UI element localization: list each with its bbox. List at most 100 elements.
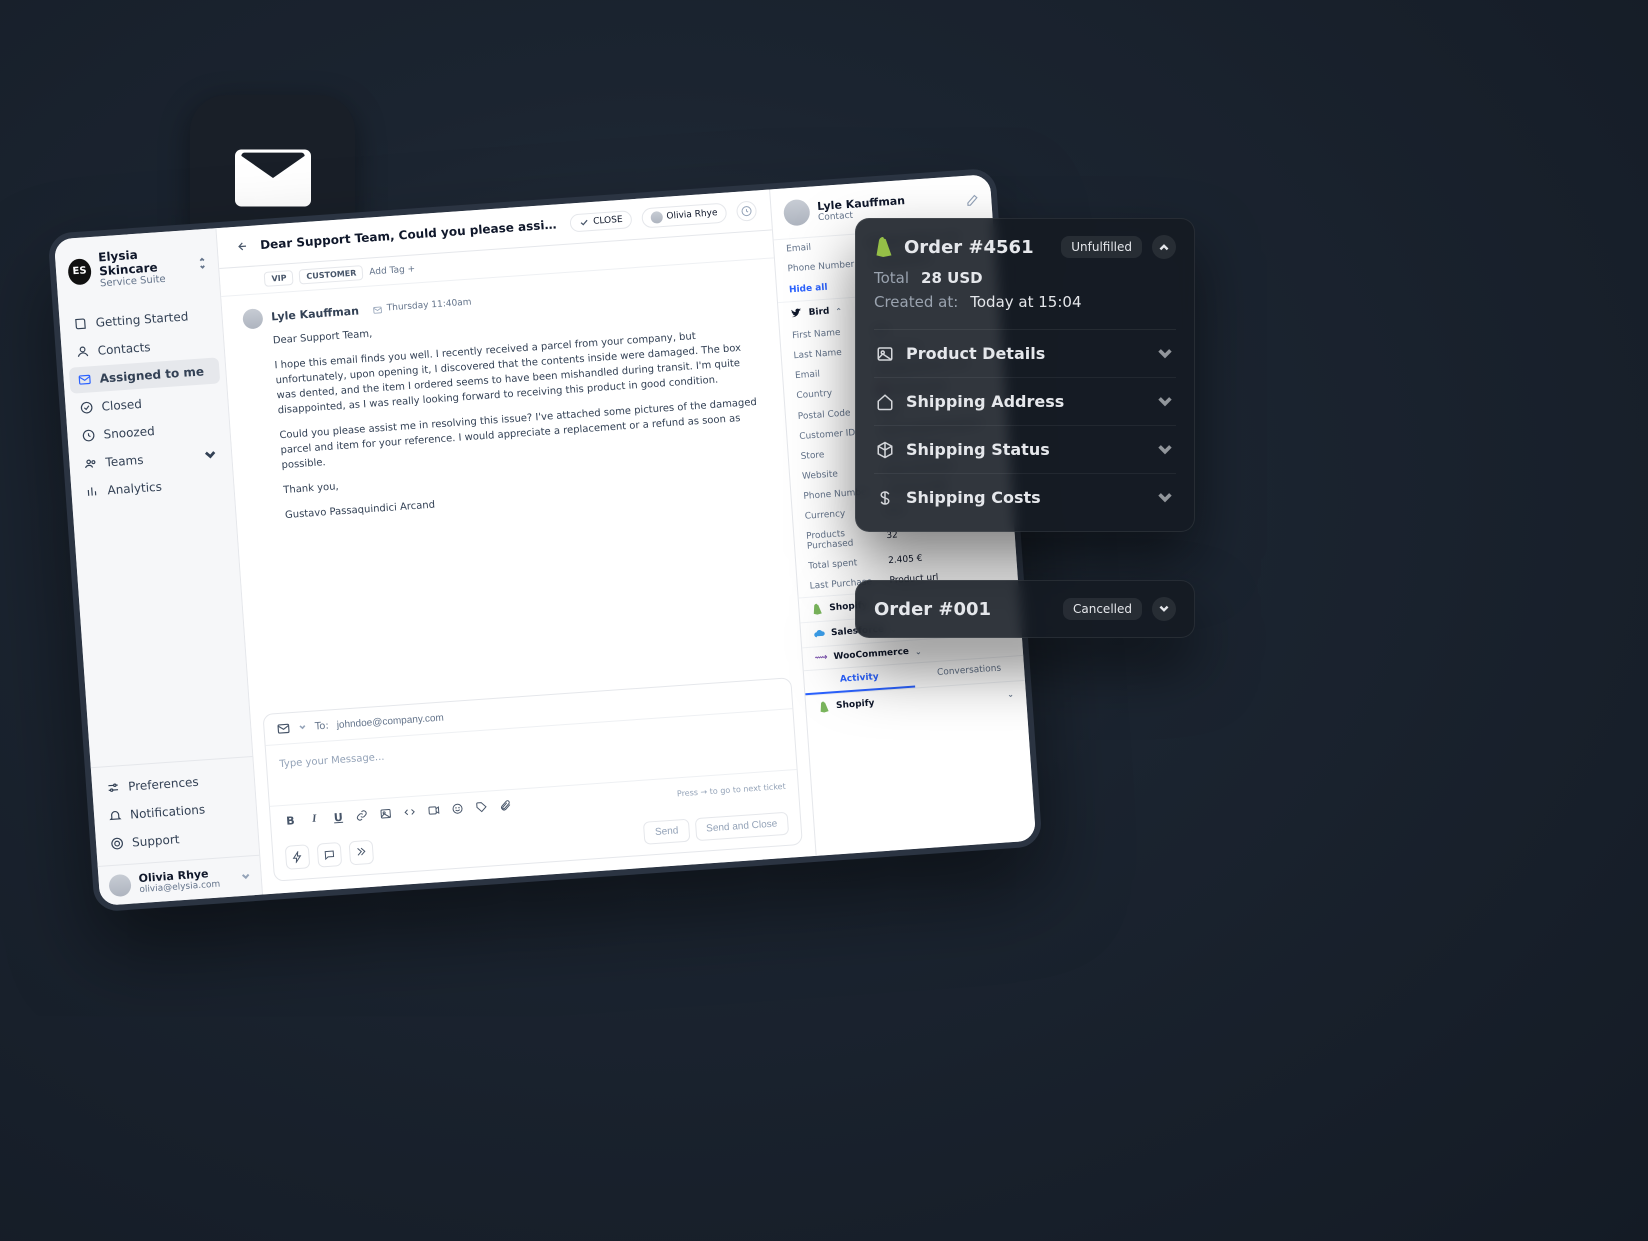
tag-customer[interactable]: CUSTOMER (299, 265, 364, 284)
section-label: WooCommerce (833, 647, 909, 662)
sidebar-nav: Getting Started Contacts Assigned to me … (59, 295, 235, 512)
send-close-button[interactable]: Send and Close (694, 811, 789, 840)
image-icon (876, 345, 894, 363)
field-key: Total spent (808, 556, 889, 572)
order-status: Cancelled (1063, 598, 1142, 620)
chevron-down-icon (1156, 393, 1174, 411)
created-value: Today at 15:04 (970, 293, 1081, 311)
book-icon (73, 316, 88, 331)
ticket-subject: Dear Support Team, Could you please assi… (260, 217, 561, 252)
add-tag-button[interactable]: Add Tag + (369, 264, 416, 277)
email-from-name: Lyle Kauffman (271, 303, 360, 326)
chevron-down-icon (1156, 489, 1174, 507)
emoji-button[interactable] (450, 801, 465, 816)
workspace-switcher[interactable]: ES Elysia Skincare Service Suite (54, 228, 221, 306)
email-timestamp: Thursday 11:40am (386, 297, 472, 316)
snooze-button[interactable] (736, 200, 757, 221)
box-icon (876, 441, 894, 459)
activity-label: Shopify (836, 698, 875, 711)
code-icon (404, 806, 417, 819)
sidebar-footer: Preferences Notifications Support (91, 756, 260, 866)
chart-icon (85, 484, 100, 499)
section-label: Shipping Status (906, 440, 1050, 459)
user-icon (75, 344, 90, 359)
send-button[interactable]: Send (643, 818, 690, 844)
italic-button[interactable]: I (307, 811, 322, 826)
back-button[interactable] (232, 237, 251, 256)
cloud-icon (813, 628, 826, 641)
to-label: To: (315, 720, 330, 732)
section-shipping-address[interactable]: Shipping Address (874, 378, 1176, 426)
life-ring-icon (110, 836, 125, 851)
dollar-icon (876, 489, 894, 507)
expand-button[interactable] (1152, 597, 1176, 621)
link-icon (356, 809, 369, 822)
chevron-updown-icon (197, 256, 207, 269)
composer-hint: Press → to go to next ticket (677, 781, 786, 798)
avatar (243, 308, 264, 329)
video-button[interactable] (427, 803, 442, 818)
tag-vip[interactable]: VIP (264, 270, 294, 287)
lightning-icon (292, 851, 305, 864)
woo-icon: ⟿ (814, 653, 828, 664)
workspace-logo: ES (67, 258, 92, 286)
sidebar-item-label: Snoozed (103, 424, 155, 442)
shopify-icon (811, 603, 824, 616)
section-label: Bird (808, 307, 829, 318)
forward-button[interactable] (349, 840, 375, 866)
bell-icon (108, 808, 123, 823)
avatar (650, 211, 663, 224)
sidebar-item-label: Contacts (97, 340, 151, 358)
section-shipping-costs[interactable]: Shipping Costs (874, 474, 1176, 521)
bold-button[interactable]: B (283, 813, 298, 828)
attachment-button[interactable] (498, 798, 513, 813)
avatar (783, 199, 811, 227)
section-product-details[interactable]: Product Details (874, 330, 1176, 378)
image-button[interactable] (379, 806, 394, 821)
emoji-icon (452, 802, 465, 815)
order-sections: Product Details Shipping Address Shippin… (874, 329, 1176, 521)
order-title: Order #4561 (904, 237, 1051, 258)
chevron-down-icon (1156, 345, 1174, 363)
avatar (108, 873, 131, 896)
total-label: Total (874, 269, 909, 287)
chevron-down-icon (203, 448, 218, 463)
shopify-icon (818, 701, 831, 714)
section-shipping-status[interactable]: Shipping Status (874, 426, 1176, 474)
chevron-down-icon[interactable] (299, 723, 308, 732)
chat-icon (323, 848, 336, 861)
check-icon (579, 217, 590, 228)
chevron-up-icon (1158, 241, 1170, 253)
mail-icon (373, 305, 384, 316)
link-button[interactable] (355, 808, 370, 823)
play-icon (428, 804, 441, 817)
order-card: Order #4561 Unfulfilled Total 28 USD Cre… (855, 218, 1195, 532)
assignee-pill[interactable]: Olivia Rhye (641, 203, 727, 229)
mail-icon (77, 372, 92, 387)
ai-assist-button[interactable] (285, 844, 311, 870)
order-status: Unfulfilled (1061, 236, 1142, 258)
close-ticket-button[interactable]: CLOSE (570, 210, 633, 232)
shopify-icon (874, 237, 894, 257)
home-icon (876, 393, 894, 411)
collapse-button[interactable] (1152, 235, 1176, 259)
code-button[interactable] (403, 805, 418, 820)
check-circle-icon (79, 400, 94, 415)
note-button[interactable] (317, 842, 343, 868)
close-label: CLOSE (593, 215, 623, 227)
tag-icon (476, 801, 489, 814)
paperclip-icon (499, 799, 512, 812)
total-value: 28 USD (921, 269, 983, 287)
bird-icon (790, 307, 803, 320)
ticket-main: Dear Support Team, Could you please assi… (217, 190, 816, 895)
chevron-down-icon (1158, 603, 1170, 615)
mail-icon (276, 721, 291, 736)
image-icon (380, 807, 393, 820)
order-card-secondary: Order #001 Cancelled (855, 580, 1195, 638)
underline-button[interactable]: U (331, 810, 346, 825)
tag-format-button[interactable] (474, 800, 489, 815)
section-label: Shipping Address (906, 392, 1064, 411)
mail-icon (235, 148, 311, 208)
assignee-name: Olivia Rhye (666, 208, 718, 222)
edit-icon[interactable] (965, 193, 980, 208)
